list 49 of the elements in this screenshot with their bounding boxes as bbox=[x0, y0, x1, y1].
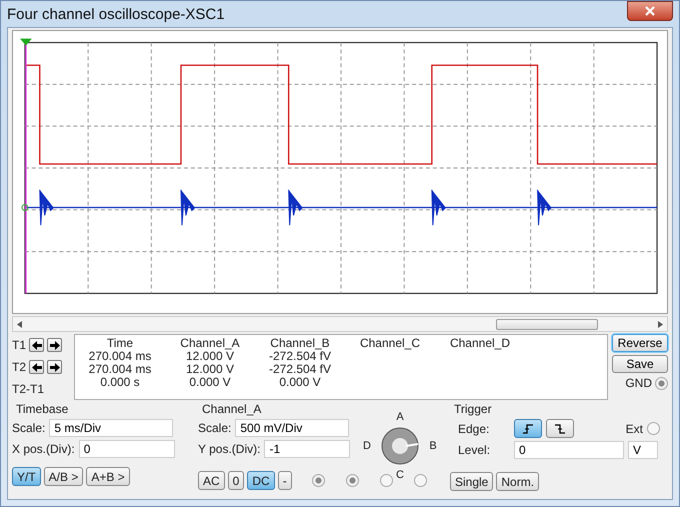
channel-letter: C bbox=[396, 469, 404, 481]
cursor-label: T1 bbox=[12, 338, 26, 352]
coupling-button[interactable]: 0 bbox=[228, 471, 244, 490]
field-label: Scale: bbox=[12, 421, 46, 435]
table-cell-text: 12.000 V bbox=[186, 350, 234, 363]
field-label: Scale: bbox=[198, 421, 232, 435]
column-header: Channel_C bbox=[358, 337, 422, 350]
action-button[interactable]: Reverse bbox=[612, 334, 668, 352]
coupling-button[interactable]: - bbox=[278, 471, 292, 490]
column-header: Channel_B bbox=[269, 337, 331, 350]
field-label: X pos.(Div): bbox=[12, 442, 75, 456]
coupling-button[interactable]: AC bbox=[198, 471, 225, 490]
field-label: Y pos.(Div): bbox=[198, 442, 260, 456]
input-field[interactable]: 0 bbox=[514, 441, 624, 459]
group-title: Trigger bbox=[453, 402, 493, 416]
ext-label: Ext bbox=[626, 422, 643, 436]
column-header: Time bbox=[106, 337, 134, 350]
column-header: Channel_A bbox=[179, 337, 241, 350]
field-label: Edge: bbox=[458, 422, 490, 436]
action-button[interactable]: Save bbox=[612, 355, 668, 373]
channel-letter: B bbox=[429, 440, 437, 452]
table-cell-text: -272.504 fV bbox=[268, 350, 332, 363]
table-cell-text: 0.000 V bbox=[188, 376, 232, 389]
mode-button[interactable]: A/B > bbox=[44, 467, 84, 486]
table-cell-text: 12.000 V bbox=[184, 363, 236, 376]
input-field[interactable]: 500 mV/Div bbox=[235, 419, 350, 437]
table-cell-text: 0.000 V bbox=[278, 376, 322, 389]
unit-field[interactable]: V bbox=[628, 441, 658, 459]
table-cell-text: 270.004 ms bbox=[88, 363, 152, 376]
coupling-button[interactable]: DC bbox=[247, 471, 275, 490]
column-header: Channel_D bbox=[448, 337, 512, 350]
group-title: Timebase bbox=[15, 402, 70, 416]
cursor-label: T2 bbox=[12, 360, 26, 374]
input-field[interactable]: -1 bbox=[264, 440, 350, 458]
mode-button[interactable]: Y/T bbox=[12, 467, 41, 486]
channel-letter: A bbox=[396, 411, 404, 423]
trigger-mode-button[interactable]: Norm. bbox=[496, 472, 540, 491]
mode-button[interactable]: A+B > bbox=[86, 467, 130, 486]
field-label: Level: bbox=[458, 443, 492, 457]
table-cell-text: -272.504 fV bbox=[268, 363, 332, 376]
channel-letter: D bbox=[363, 440, 371, 452]
input-field[interactable]: 0 bbox=[78, 440, 175, 458]
input-field[interactable]: 5 ms/Div bbox=[49, 419, 174, 437]
table-cell-text: 0.000 s bbox=[99, 376, 141, 389]
table-cell-text: 270.004 ms bbox=[88, 350, 152, 363]
window-title: Four channel oscilloscope-XSC1 bbox=[7, 6, 225, 22]
cursor-difference-label: T2-T1 bbox=[12, 382, 46, 396]
trigger-mode-button[interactable]: Single bbox=[450, 472, 494, 491]
gnd-label: GND bbox=[625, 376, 652, 390]
